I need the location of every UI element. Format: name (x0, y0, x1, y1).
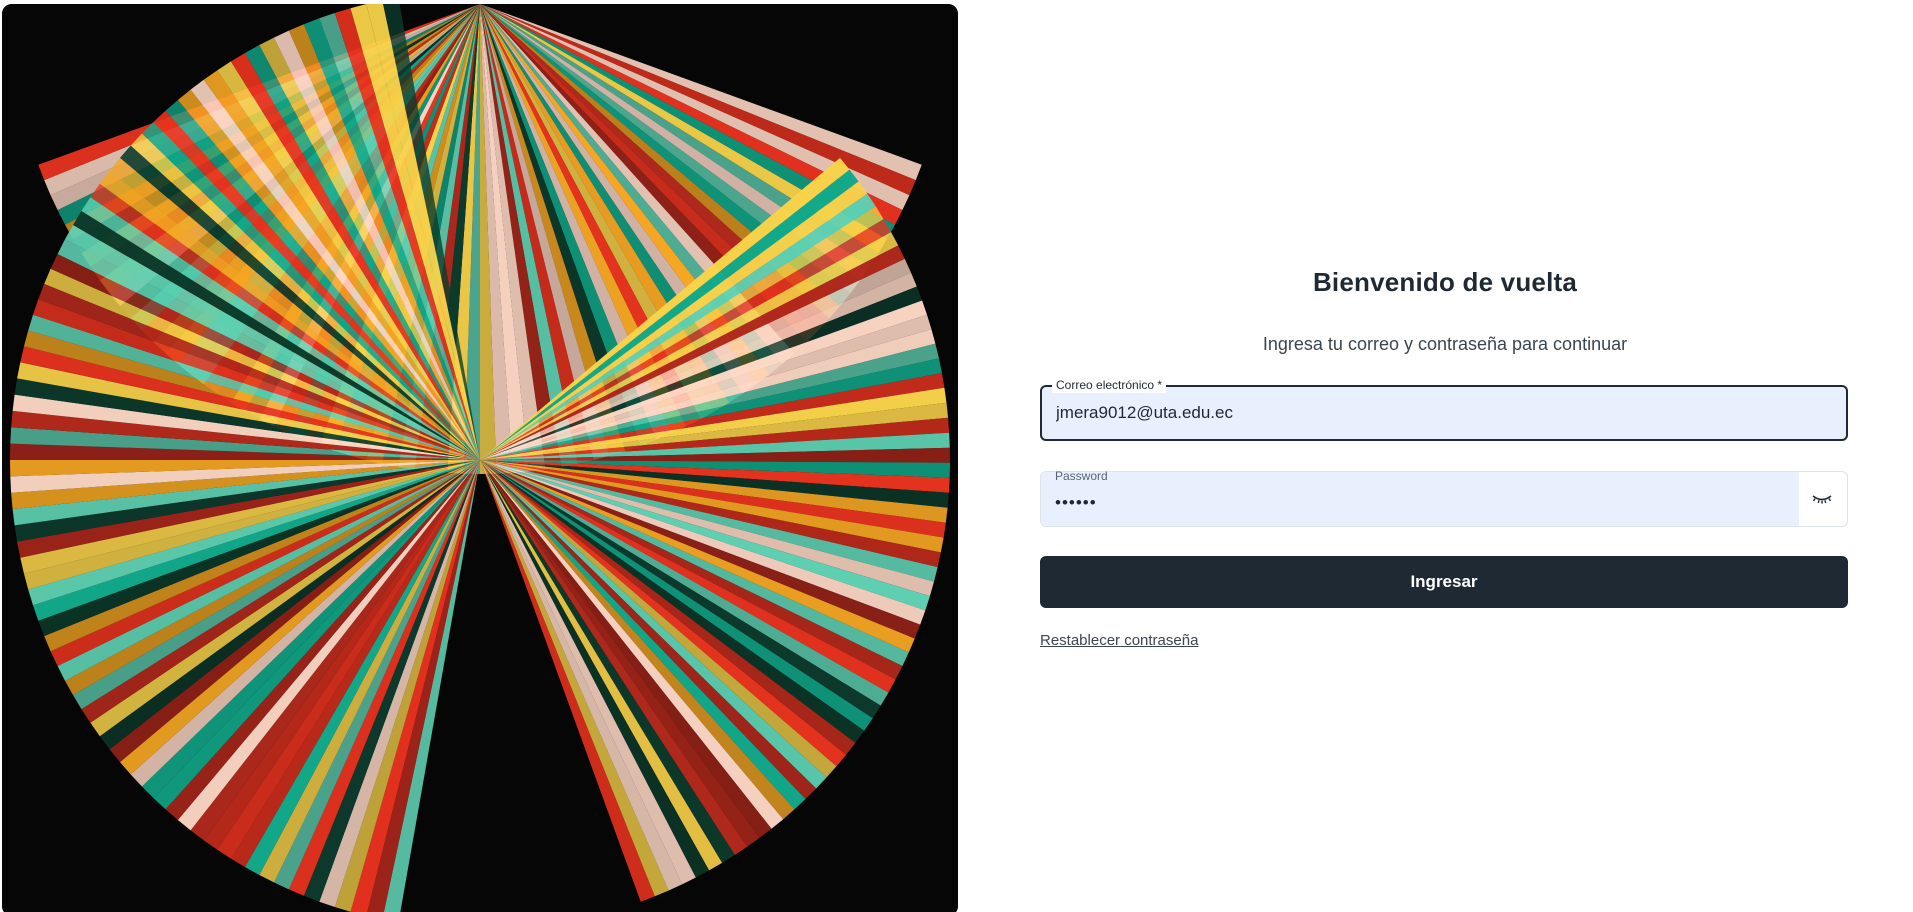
abstract-fan-artwork-icon (2, 4, 958, 912)
login-page: Bienvenido de vuelta Ingresa tu correo y… (0, 0, 1913, 912)
password-input[interactable] (1041, 476, 1799, 530)
page-subtitle: Ingresa tu correo y contraseña para cont… (1262, 334, 1628, 354)
login-button[interactable]: Ingresar (1040, 556, 1848, 608)
login-form: Bienvenido de vuelta Ingresa tu correo y… (1040, 0, 1850, 912)
password-field[interactable]: Password (1040, 469, 1848, 530)
reset-password-link[interactable]: Restablecer contraseña (1040, 632, 1198, 649)
password-visibility-toggle[interactable] (1797, 472, 1847, 526)
eye-closed-icon (1812, 495, 1832, 504)
email-input[interactable] (1042, 387, 1846, 439)
page-title: Bienvenido de vuelta (1312, 267, 1578, 297)
email-field[interactable]: Correo electrónico * (1040, 377, 1848, 441)
hero-artwork (2, 4, 958, 912)
